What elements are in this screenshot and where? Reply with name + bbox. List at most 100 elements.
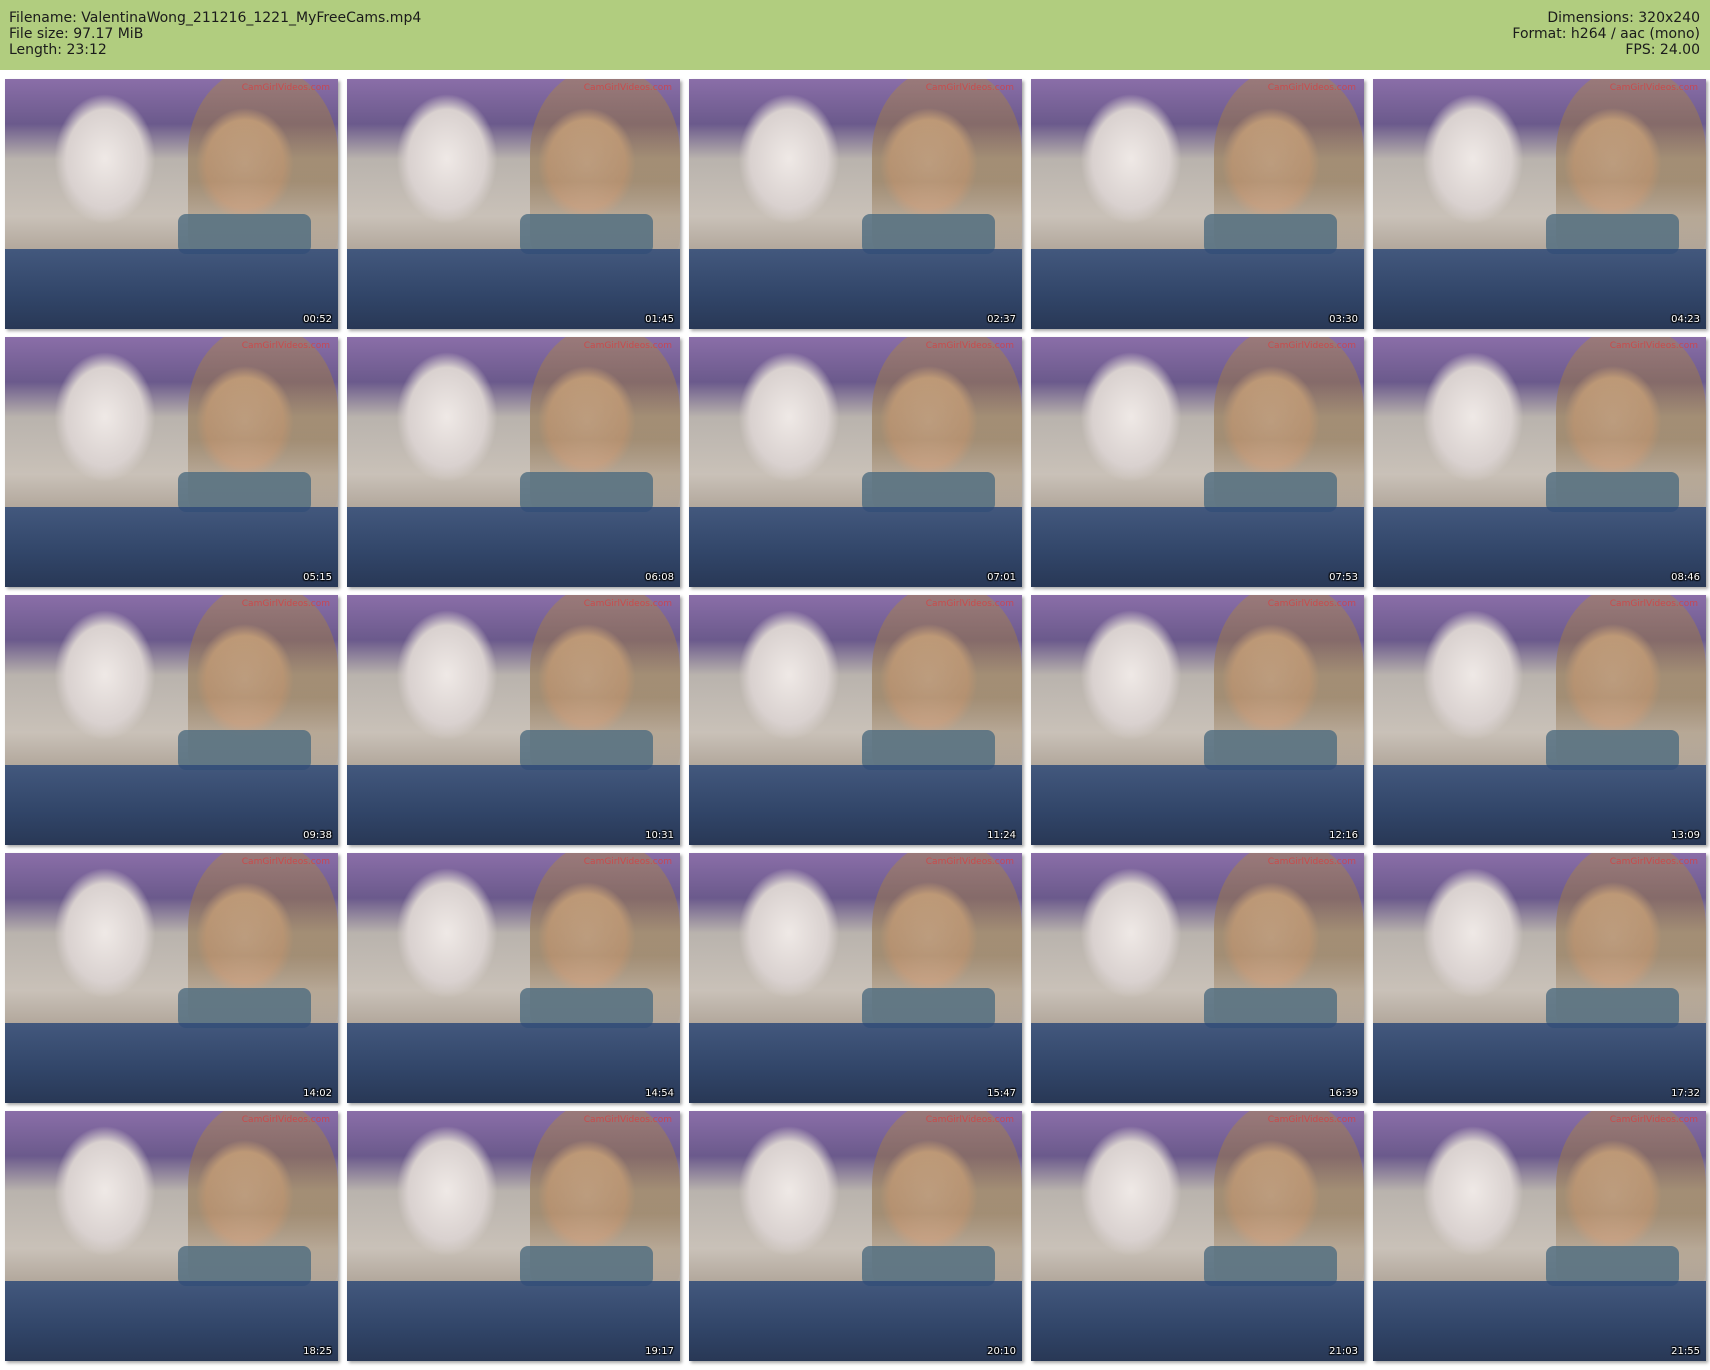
frame-image-detail [1204,472,1338,512]
frame-image-detail [178,730,312,770]
length-text: Length: 23:12 [9,42,107,58]
filename-text: Filename: ValentinaWong_211216_1221_MyFr… [9,10,422,26]
frame-image-detail [347,1023,680,1103]
frame-image-detail [178,214,312,254]
watermark-text: CamGirlVideos.com [1267,341,1356,351]
watermark-text: CamGirlVideos.com [1609,599,1698,609]
watermark-text: CamGirlVideos.com [1267,857,1356,867]
thumbnail-timestamp: 14:54 [645,1088,674,1099]
thumbnail-timestamp: 21:55 [1671,1346,1700,1357]
frame-image-detail [689,1281,1022,1361]
frame-image-detail [347,249,680,329]
thumbnail-grid: CamGirlVideos.com 00:52 CamGirlVideos.com 0… [5,79,1706,1361]
watermark-text: CamGirlVideos.com [925,83,1014,93]
video-thumbnail: CamGirlVideos.com 11:24 [689,595,1022,845]
thumbnail-timestamp: 03:30 [1329,314,1358,325]
watermark-text: CamGirlVideos.com [1609,83,1698,93]
watermark-text: CamGirlVideos.com [1609,1115,1698,1125]
watermark-text: CamGirlVideos.com [925,341,1014,351]
frame-image-detail [1373,1281,1706,1361]
thumbnail-timestamp: 13:09 [1671,830,1700,841]
watermark-text: CamGirlVideos.com [241,341,330,351]
thumbnail-timestamp: 14:02 [303,1088,332,1099]
video-thumbnail: CamGirlVideos.com 18:25 [5,1111,338,1361]
frame-image-detail [347,507,680,587]
file-size-text: File size: 97.17 MiB [9,26,144,42]
thumbnail-timestamp: 01:45 [645,314,674,325]
frame-image-detail [347,1281,680,1361]
frame-image-detail [1373,507,1706,587]
format-text: Format: h264 / aac (mono) [1512,26,1700,42]
watermark-text: CamGirlVideos.com [583,341,672,351]
watermark-text: CamGirlVideos.com [583,857,672,867]
frame-image-detail [689,1023,1022,1103]
watermark-text: CamGirlVideos.com [925,1115,1014,1125]
frame-image-detail [178,472,312,512]
thumbnail-timestamp: 12:16 [1329,830,1358,841]
frame-image-detail [1204,988,1338,1028]
watermark-text: CamGirlVideos.com [241,857,330,867]
frame-image-detail [689,249,1022,329]
video-thumbnail: CamGirlVideos.com 03:30 [1031,79,1364,329]
video-thumbnail: CamGirlVideos.com 14:02 [5,853,338,1103]
frame-image-detail [689,765,1022,845]
thumbnail-timestamp: 07:53 [1329,572,1358,583]
thumbnail-timestamp: 17:32 [1671,1088,1700,1099]
video-thumbnail: CamGirlVideos.com 12:16 [1031,595,1364,845]
thumbnail-timestamp: 21:03 [1329,1346,1358,1357]
frame-image-detail [520,214,654,254]
video-thumbnail: CamGirlVideos.com 10:31 [347,595,680,845]
video-thumbnail: CamGirlVideos.com 07:01 [689,337,1022,587]
frame-image-detail [5,507,338,587]
dimensions-text: Dimensions: 320x240 [1547,10,1700,26]
frame-image-detail [520,988,654,1028]
frame-image-detail [1546,472,1680,512]
frame-image-detail [178,1246,312,1286]
frame-image-detail [178,988,312,1028]
video-thumbnail: CamGirlVideos.com 04:23 [1373,79,1706,329]
video-thumbnail: CamGirlVideos.com 08:46 [1373,337,1706,587]
video-thumbnail: CamGirlVideos.com 20:10 [689,1111,1022,1361]
frame-image-detail [1373,765,1706,845]
watermark-text: CamGirlVideos.com [583,83,672,93]
watermark-text: CamGirlVideos.com [241,599,330,609]
video-thumbnail: CamGirlVideos.com 19:17 [347,1111,680,1361]
thumbnail-timestamp: 09:38 [303,830,332,841]
frame-image-detail [5,1281,338,1361]
thumbnail-timestamp: 15:47 [987,1088,1016,1099]
video-thumbnail: CamGirlVideos.com 06:08 [347,337,680,587]
video-thumbnail: CamGirlVideos.com 13:09 [1373,595,1706,845]
watermark-text: CamGirlVideos.com [1267,599,1356,609]
file-info-left: Filename: ValentinaWong_211216_1221_MyFr… [9,10,421,58]
video-thumbnail: CamGirlVideos.com 21:03 [1031,1111,1364,1361]
video-thumbnail: CamGirlVideos.com 14:54 [347,853,680,1103]
frame-image-detail [1546,1246,1680,1286]
frame-image-detail [5,1023,338,1103]
frame-image-detail [1373,249,1706,329]
video-thumbnail: CamGirlVideos.com 16:39 [1031,853,1364,1103]
frame-image-detail [1031,1281,1364,1361]
thumbnail-timestamp: 20:10 [987,1346,1016,1357]
thumbnail-timestamp: 04:23 [1671,314,1700,325]
frame-image-detail [1204,214,1338,254]
fps-text: FPS: 24.00 [1625,42,1700,58]
watermark-text: CamGirlVideos.com [583,1115,672,1125]
thumbnail-timestamp: 07:01 [987,572,1016,583]
watermark-text: CamGirlVideos.com [583,599,672,609]
watermark-text: CamGirlVideos.com [925,599,1014,609]
frame-image-detail [1031,249,1364,329]
thumbnail-timestamp: 10:31 [645,830,674,841]
video-thumbnail: CamGirlVideos.com 00:52 [5,79,338,329]
thumbnail-timestamp: 05:15 [303,572,332,583]
file-info-right: Dimensions: 320x240 Format: h264 / aac (… [1512,10,1700,58]
frame-image-detail [1204,1246,1338,1286]
frame-image-detail [689,507,1022,587]
watermark-text: CamGirlVideos.com [1609,857,1698,867]
thumbnail-timestamp: 02:37 [987,314,1016,325]
thumbnail-timestamp: 19:17 [645,1346,674,1357]
frame-image-detail [347,765,680,845]
watermark-text: CamGirlVideos.com [241,1115,330,1125]
frame-image-detail [862,730,996,770]
video-thumbnail: CamGirlVideos.com 21:55 [1373,1111,1706,1361]
frame-image-detail [862,988,996,1028]
